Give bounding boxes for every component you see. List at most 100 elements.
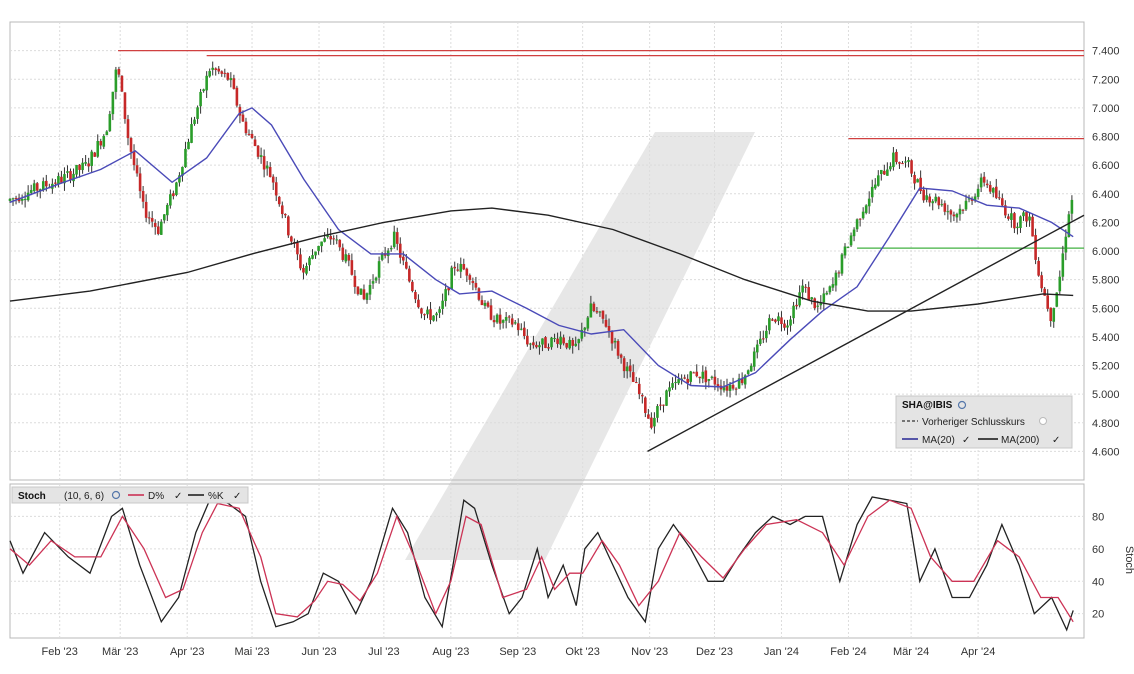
candle-body [532,342,535,346]
candle-body [1010,213,1013,220]
candle-body [901,163,904,165]
legend-item-k: %K [208,491,224,502]
candle-body [359,288,363,295]
candle-body [135,165,139,174]
candle-body [114,69,118,92]
candle-body [220,71,224,74]
candle-body [565,343,568,348]
candle-body [284,213,287,216]
candle-body [804,286,807,288]
candle-body [1058,276,1062,292]
candle-body [752,351,756,367]
candle-body [338,239,342,248]
candle-body [659,404,662,406]
candle-body [758,338,762,344]
candle-body [707,379,711,381]
price-tick-label: 6.600 [1092,160,1120,172]
candle-body [559,336,562,345]
candle-body [523,327,526,336]
candle-body [755,344,759,353]
candle-body [1031,216,1034,237]
candle-body [1001,198,1004,206]
candle-body [589,303,593,318]
candle-body [774,319,777,322]
candle-body [692,372,696,374]
candle-body [429,309,432,320]
candle-body [187,141,190,150]
candle-body [861,211,865,219]
candle-body [876,175,880,186]
candle-body [256,145,260,157]
candle-body [441,300,444,309]
x-tick-label: Sep '23 [499,646,536,658]
price-tick-label: 6.400 [1092,189,1120,201]
candle-body [184,148,187,168]
candle-body [156,226,160,234]
candle-body [75,164,78,175]
candle-body [483,302,487,306]
candle-body [417,299,420,308]
price-tick-label: 6.200 [1092,217,1120,229]
candle-body [762,338,765,340]
x-tick-label: Apr '23 [170,646,205,658]
candle-body [610,331,614,344]
candle-body [955,213,959,218]
candle-body [916,179,919,183]
legend-item-ma20: MA(20) [922,435,955,446]
candle-body [153,222,157,227]
checkmark-icon[interactable]: ✓ [962,435,970,446]
x-tick-label: Nov '23 [631,646,668,658]
candle-body [801,285,804,293]
candle-body [783,323,786,328]
candle-body [277,196,281,205]
candle-body [150,218,154,222]
candle-body [683,377,686,379]
candle-body [1061,253,1065,277]
candle-body [492,319,496,323]
candle-body [474,282,478,288]
candle-body [20,198,24,201]
candle-body [471,280,475,284]
candle-body [952,214,956,217]
candle-body [843,246,847,256]
candle-body [208,71,211,77]
candle-body [991,188,995,193]
candle-body [949,210,953,215]
checkmark-icon[interactable]: ✓ [233,491,241,502]
candle-body [864,205,868,213]
candle-body [392,231,396,248]
legend-item-ma200: MA(200) [1001,435,1039,446]
candle-body [302,267,305,273]
candle-body [214,68,218,71]
checkmark-icon[interactable]: ✓ [1052,435,1060,446]
candle-body [734,388,738,390]
candle-body [323,238,326,242]
candle-body [592,303,596,311]
candle-body [840,254,844,274]
checkmark-icon[interactable]: ✓ [174,491,182,502]
candle-body [985,183,989,186]
toggle-circle-icon[interactable] [1039,417,1047,425]
candle-body [259,155,263,157]
candle-body [159,221,163,235]
x-tick-label: Mär '23 [102,646,138,658]
candle-body [710,376,714,378]
candle-body [271,176,275,183]
candle-body [883,170,886,175]
candle-body [749,365,753,372]
candle-body [480,300,484,306]
level-lines [118,49,1084,249]
candle-body [453,266,457,269]
candle-body [420,308,423,314]
candle-body [111,91,115,115]
candle-body [408,268,411,282]
candle-body [846,246,850,248]
candle-body [519,328,523,330]
candle-body [235,87,239,106]
candle-body [586,317,590,329]
candle-body [982,176,986,183]
candle-body [513,322,517,324]
candle-body [193,119,196,124]
candle-body [405,261,408,269]
candle-body [731,384,735,389]
